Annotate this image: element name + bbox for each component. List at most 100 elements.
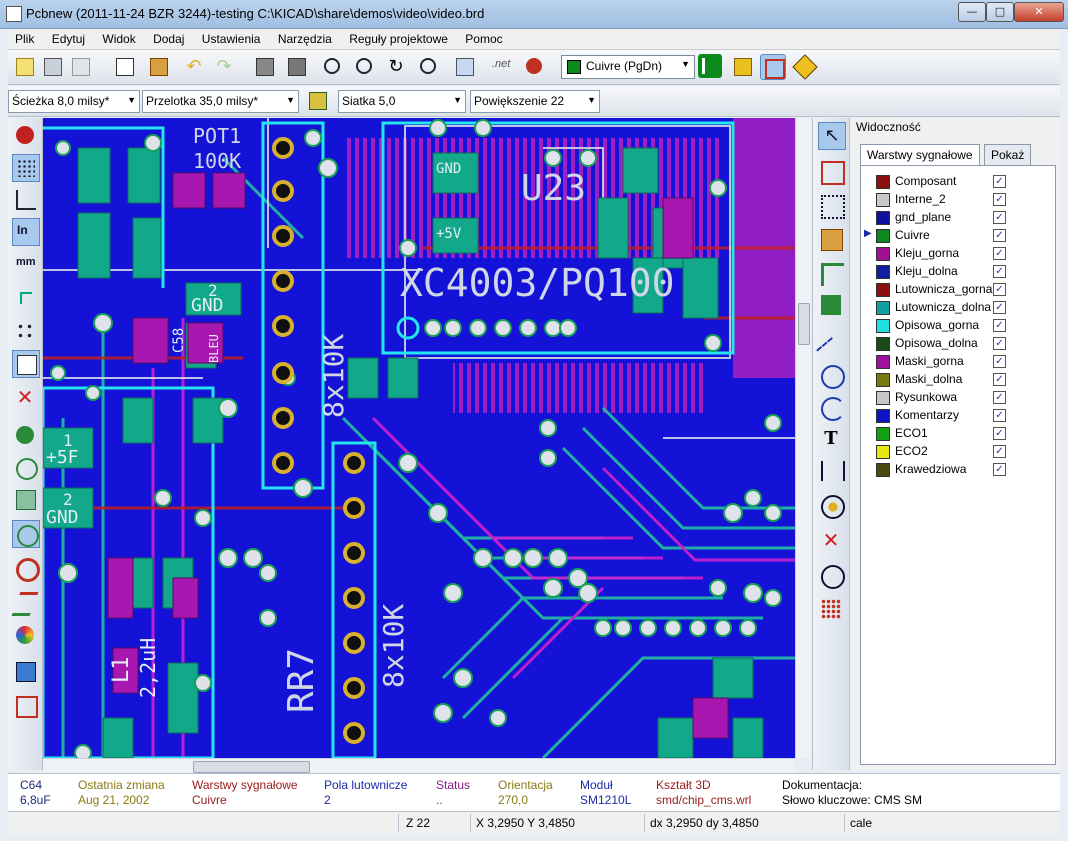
layer-row-eco1[interactable]: ECO1 ✓ (861, 424, 1053, 442)
layer-pair-button[interactable] (698, 54, 722, 78)
add-target-button[interactable] (818, 492, 845, 519)
layer-color-swatch[interactable] (876, 247, 890, 261)
layer-color-swatch[interactable] (876, 391, 890, 405)
mode-footprint-button[interactable] (792, 54, 818, 80)
module-ratsnest-button[interactable] (12, 350, 40, 378)
layer-name[interactable]: gnd_plane (895, 210, 951, 224)
module-editor-button[interactable] (146, 54, 170, 78)
layer-select[interactable]: Cuivre (PgDn) ▼ (561, 55, 695, 79)
layer-name[interactable]: Maski_gorna (895, 354, 964, 368)
add-track-button[interactable] (818, 260, 844, 286)
horizontal-scroll-thumb[interactable] (193, 761, 310, 773)
menu-tools[interactable]: Narzędzia (271, 29, 339, 49)
layer-name[interactable]: Cuivre (895, 228, 930, 242)
via-size-select[interactable]: Przelotka 35,0 milsy* ▼ (142, 90, 299, 113)
mode-track-button[interactable] (760, 54, 786, 80)
page-settings-button[interactable] (112, 54, 136, 78)
ratsnest-button[interactable] (12, 318, 38, 344)
layer-visible-checkbox[interactable]: ✓ (993, 337, 1006, 350)
via-sketch-button[interactable] (12, 554, 40, 582)
tab-signal-layers[interactable]: Warstwy sygnałowe (860, 144, 980, 167)
vertical-scrollbar[interactable] (795, 118, 811, 758)
zoom-out-button[interactable] (352, 54, 376, 78)
layer-color-swatch[interactable] (876, 463, 890, 477)
layer-visible-checkbox[interactable]: ✓ (993, 265, 1006, 278)
layer-visible-checkbox[interactable]: ✓ (993, 301, 1006, 314)
layer-name[interactable]: Opisowa_gorna (895, 318, 979, 332)
grid-toggle-button[interactable] (12, 154, 40, 182)
layer-color-swatch[interactable] (876, 283, 890, 297)
layer-name[interactable]: Kleju_dolna (895, 264, 958, 278)
layer-color-swatch[interactable] (876, 175, 890, 189)
layer-color-swatch[interactable] (876, 373, 890, 387)
vertical-scroll-thumb[interactable] (798, 303, 810, 345)
auto-delete-track-button[interactable]: ✕ (12, 386, 38, 412)
zoom-in-button[interactable] (320, 54, 344, 78)
drc-button[interactable] (522, 54, 546, 78)
horizontal-scrollbar[interactable] (43, 758, 795, 774)
layer-color-swatch[interactable] (876, 193, 890, 207)
netlist-button[interactable]: .net (488, 54, 512, 78)
layer-visible-checkbox[interactable]: ✓ (993, 247, 1006, 260)
add-circle-button[interactable] (818, 362, 845, 389)
plot-button[interactable] (284, 54, 308, 78)
menu-design-rules[interactable]: Reguły projektowe (342, 29, 455, 49)
layer-name[interactable]: Krawedziowa (895, 462, 966, 476)
redo-button[interactable]: ↷ (212, 54, 236, 78)
grid-origin-button[interactable] (818, 596, 844, 622)
delete-tool-button[interactable]: ✕ (818, 528, 844, 554)
layer-visible-checkbox[interactable]: ✓ (993, 283, 1006, 296)
zone-fill-button[interactable] (12, 486, 38, 512)
layer-color-swatch[interactable] (876, 355, 890, 369)
add-arc-button[interactable] (818, 394, 845, 421)
layer-row-lutownicza-dolna[interactable]: Lutownicza_dolna ✓ (861, 298, 1053, 316)
units-mm-button[interactable]: mm (12, 252, 38, 278)
drc-toggle-button[interactable] (12, 122, 38, 148)
menu-view[interactable]: Widok (95, 29, 142, 49)
layer-name[interactable]: Rysunkowa (895, 390, 957, 404)
layer-visible-checkbox[interactable]: ✓ (993, 463, 1006, 476)
zoom-fit-button[interactable] (416, 54, 440, 78)
new-board-button[interactable] (12, 54, 36, 78)
menu-edit[interactable]: Edytuj (45, 29, 92, 49)
add-zone-button[interactable] (818, 292, 844, 318)
open-board-button[interactable] (40, 54, 64, 78)
layer-visible-checkbox[interactable]: ✓ (993, 355, 1006, 368)
menu-place[interactable]: Dodaj (146, 29, 191, 49)
layer-visible-checkbox[interactable]: ✓ (993, 319, 1006, 332)
redraw-button[interactable]: ↻ (384, 54, 408, 78)
set-origin-button[interactable] (818, 562, 845, 589)
layer-row-kleju-gorna[interactable]: Kleju_gorna ✓ (861, 244, 1053, 262)
maximize-button[interactable]: □ (986, 2, 1014, 22)
layer-visible-checkbox[interactable]: ✓ (993, 175, 1006, 188)
layer-visible-checkbox[interactable]: ✓ (993, 211, 1006, 224)
layer-row-rysunkowa[interactable]: Rysunkowa ✓ (861, 388, 1053, 406)
layer-visible-checkbox[interactable]: ✓ (993, 373, 1006, 386)
layer-name[interactable]: Lutownicza_gorna (895, 282, 992, 296)
tab-render[interactable]: Pokaż (984, 144, 1032, 166)
pad-sketch-button[interactable] (12, 520, 40, 548)
microwave-button[interactable] (12, 692, 38, 718)
layer-row-gnd-plane[interactable]: gnd_plane ✓ (861, 208, 1053, 226)
units-inch-button[interactable]: In (12, 218, 40, 246)
grid-select[interactable]: Siatka 5,0 ▼ (338, 90, 466, 113)
menu-help[interactable]: Pomoc (458, 29, 509, 49)
layer-visible-checkbox[interactable]: ✓ (993, 409, 1006, 422)
layer-color-swatch[interactable] (876, 427, 890, 441)
add-module-button[interactable] (818, 226, 844, 252)
polar-coords-button[interactable] (12, 186, 38, 212)
layer-name[interactable]: Interne_2 (895, 192, 946, 206)
close-button[interactable]: ✕ (1014, 2, 1064, 22)
layer-row-krawedziowa[interactable]: Krawedziowa ✓ (861, 460, 1053, 478)
layer-row-eco2[interactable]: ECO2 ✓ (861, 442, 1053, 460)
layer-row-maski-gorna[interactable]: Maski_gorna ✓ (861, 352, 1053, 370)
layer-name[interactable]: Opisowa_dolna (895, 336, 978, 350)
layer-visible-checkbox[interactable]: ✓ (993, 193, 1006, 206)
find-button[interactable] (452, 54, 476, 78)
highlight-net-button[interactable] (818, 158, 845, 185)
layer-name[interactable]: ECO2 (895, 444, 928, 458)
layer-color-swatch[interactable] (876, 211, 890, 225)
layer-name[interactable]: Composant (895, 174, 956, 188)
add-line-button[interactable] (816, 328, 846, 367)
layer-visible-checkbox[interactable]: ✓ (993, 427, 1006, 440)
